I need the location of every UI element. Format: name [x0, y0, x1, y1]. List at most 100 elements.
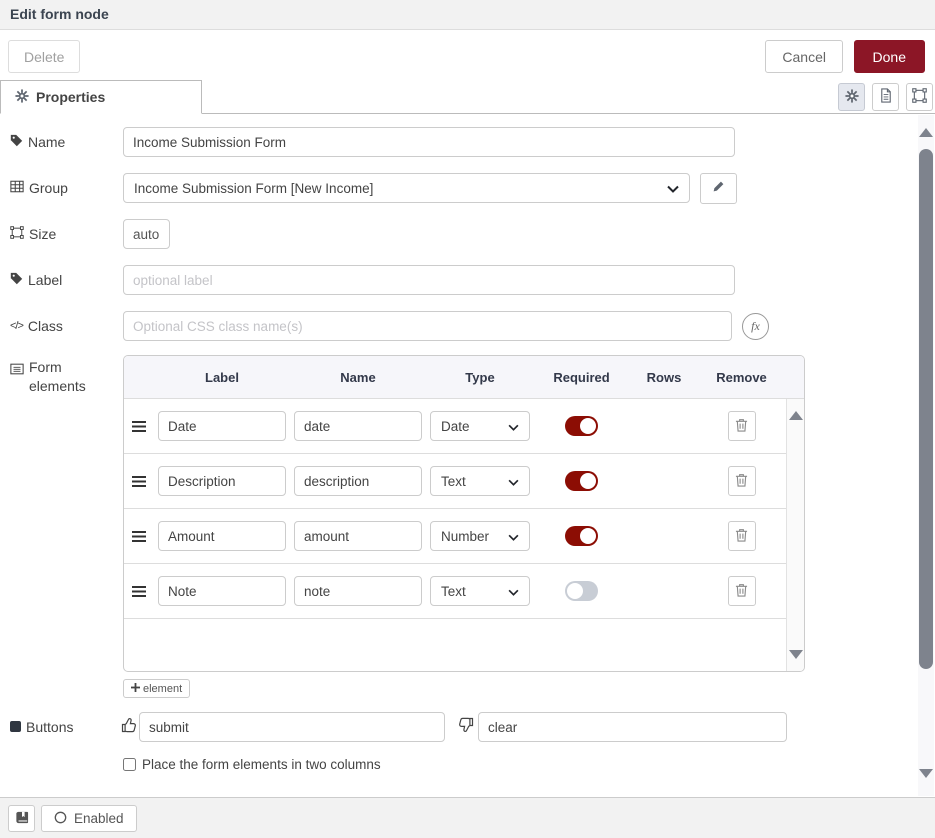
cancel-button[interactable]: Cancel [765, 40, 843, 73]
drag-handle-icon[interactable] [124, 586, 154, 597]
drag-handle-icon[interactable] [124, 476, 154, 487]
element-type-value: Date [441, 419, 470, 434]
enabled-toggle-button[interactable]: Enabled [41, 805, 137, 832]
tab-properties[interactable]: Properties [0, 80, 202, 114]
element-type-select[interactable]: Text [430, 576, 530, 606]
name-field-label: Name [28, 134, 65, 150]
table-scrollbar[interactable] [786, 399, 804, 671]
size-field-label: Size [29, 226, 56, 242]
form-elements-label: Form elements [29, 358, 118, 396]
list-icon [10, 361, 24, 380]
col-required: Required [534, 370, 629, 385]
element-type-select[interactable]: Date [430, 411, 530, 441]
col-type: Type [426, 370, 534, 385]
add-element-button[interactable]: element [123, 679, 190, 698]
cancel-button-input[interactable] [478, 712, 787, 742]
class-field-label: Class [28, 318, 63, 334]
two-columns-checkbox[interactable] [123, 758, 136, 771]
label-field-label: Label [28, 272, 62, 288]
element-label-input[interactable] [158, 576, 286, 606]
chevron-down-icon [508, 474, 519, 489]
drag-handle-icon[interactable] [124, 421, 154, 432]
col-label: Label [154, 370, 290, 385]
appearance-icon [912, 88, 927, 106]
col-rows: Rows [629, 370, 699, 385]
label-field-label-row: Label [10, 272, 118, 288]
object-group-icon [10, 226, 24, 242]
trash-icon [735, 473, 748, 490]
name-input[interactable] [123, 127, 735, 157]
required-toggle[interactable] [565, 416, 598, 436]
chevron-down-icon [508, 584, 519, 599]
two-columns-label: Place the form elements in two columns [142, 757, 381, 772]
properties-gear-button[interactable] [838, 83, 865, 111]
footer-bar: Enabled [0, 797, 935, 838]
thumbs-up-icon [121, 717, 137, 738]
size-field-label-row: Size [10, 226, 118, 242]
node-help-button[interactable] [8, 805, 35, 832]
chevron-down-icon [508, 529, 519, 544]
pencil-icon [712, 180, 725, 196]
scrollbar-thumb[interactable] [919, 149, 933, 669]
group-select[interactable]: Income Submission Form [New Income] [123, 173, 690, 203]
tab-bar: Properties [0, 80, 935, 114]
remove-element-button[interactable] [728, 466, 756, 496]
form-elements-table: Label Name Type Required Rows Remove D [123, 355, 805, 672]
scroll-down-icon[interactable] [789, 650, 803, 659]
element-type-select[interactable]: Text [430, 466, 530, 496]
remove-element-button[interactable] [728, 411, 756, 441]
required-toggle[interactable] [565, 526, 598, 546]
appearance-button[interactable] [906, 83, 933, 111]
gear-icon [845, 89, 859, 106]
scroll-down-icon[interactable] [919, 769, 933, 778]
main-scrollbar[interactable] [918, 115, 934, 796]
book-icon [15, 811, 29, 827]
required-toggle[interactable] [565, 471, 598, 491]
trash-icon [735, 528, 748, 545]
group-select-value: Income Submission Form [New Income] [134, 181, 373, 196]
element-name-input[interactable] [294, 411, 422, 441]
description-button[interactable] [872, 83, 899, 111]
element-row: Date [124, 399, 804, 454]
two-columns-row: Place the form elements in two columns [123, 757, 381, 772]
class-field-label-row: </> Class [10, 318, 118, 334]
element-row: Number [124, 509, 804, 564]
form-elements-label-row: Form elements [10, 358, 118, 396]
element-name-input[interactable] [294, 576, 422, 606]
element-label-input[interactable] [158, 411, 286, 441]
remove-element-button[interactable] [728, 576, 756, 606]
class-expand-button[interactable]: fx [742, 313, 769, 340]
remove-element-button[interactable] [728, 521, 756, 551]
element-row: Text [124, 454, 804, 509]
label-input[interactable] [123, 265, 735, 295]
element-type-value: Number [441, 529, 489, 544]
delete-button[interactable]: Delete [8, 40, 80, 73]
class-input[interactable] [123, 311, 732, 341]
group-field-label: Group [29, 180, 68, 196]
element-type-select[interactable]: Number [430, 521, 530, 551]
element-type-value: Text [441, 474, 466, 489]
drag-handle-icon[interactable] [124, 531, 154, 542]
tag-icon [10, 272, 23, 288]
scroll-up-icon[interactable] [789, 411, 803, 420]
dialog-title: Edit form node [0, 0, 935, 30]
submit-button-input[interactable] [139, 712, 445, 742]
thumbs-down-icon [458, 717, 474, 738]
required-toggle[interactable] [565, 581, 598, 601]
edit-group-button[interactable] [700, 173, 737, 204]
fx-icon: fx [751, 319, 760, 334]
scroll-up-icon[interactable] [919, 128, 933, 137]
element-name-input[interactable] [294, 466, 422, 496]
tab-icon-buttons [838, 83, 933, 111]
document-icon [879, 88, 893, 106]
form-elements-header: Label Name Type Required Rows Remove [124, 356, 804, 399]
square-icon [10, 719, 21, 735]
element-label-input[interactable] [158, 521, 286, 551]
done-button[interactable]: Done [854, 40, 925, 73]
gear-icon [15, 89, 29, 106]
table-icon [10, 180, 24, 196]
element-label-input[interactable] [158, 466, 286, 496]
size-input[interactable] [123, 219, 170, 249]
group-field-label-row: Group [10, 180, 118, 196]
element-name-input[interactable] [294, 521, 422, 551]
